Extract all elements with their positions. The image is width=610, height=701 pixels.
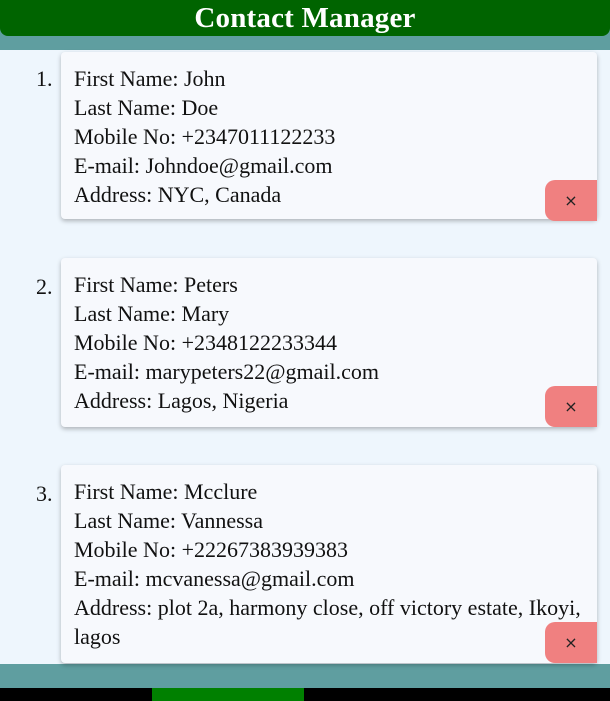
mobile-field: Mobile No: +22267383939383 [61,535,597,564]
first-name-label: First Name: [74,66,184,91]
email-field: E-mail: Johndoe@gmail.com [61,151,597,180]
email-label: E-mail: [74,153,146,178]
last-name-value: Vannessa [181,508,263,533]
contact-item: 2. First Name: Peters Last Name: Mary Mo… [0,258,610,430]
email-label: E-mail: [74,359,146,384]
close-icon: × [564,633,578,652]
email-value: marypeters22@gmail.com [145,359,379,384]
first-name-field: First Name: John [61,64,597,93]
contact-number: 3. [36,481,53,506]
email-field: E-mail: marypeters22@gmail.com [61,357,597,386]
contact-card: First Name: John Last Name: Doe Mobile N… [61,52,597,221]
delete-contact-button[interactable]: × [545,180,597,221]
mobile-value: +2347011122233 [181,124,336,149]
mobile-label: Mobile No: [74,537,182,562]
first-name-label: First Name: [74,272,184,297]
last-name-label: Last Name: [74,508,182,533]
last-name-field: Last Name: Doe [61,93,597,122]
contact-item: 1. First Name: John Last Name: Doe Mobil… [0,50,610,222]
last-name-field: Last Name: Vannessa [61,506,597,535]
app-title: Contact Manager [194,2,416,34]
mobile-value: +22267383939383 [181,537,348,562]
address-label: Address: [74,595,158,620]
address-field: Address: Lagos, Nigeria [61,386,597,415]
last-name-value: Doe [181,95,219,120]
first-name-field: First Name: Mcclure [61,477,597,506]
mobile-value: +2348122233344 [181,330,337,355]
delete-contact-button[interactable]: × [545,386,597,427]
mobile-field: Mobile No: +2348122233344 [61,328,597,357]
email-value: mcvanessa@gmail.com [145,566,355,591]
contact-card: First Name: Mcclure Last Name: Vannessa … [61,465,597,663]
close-icon: × [564,191,578,210]
last-name-value: Mary [181,301,230,326]
address-label: Address: [74,388,158,413]
footer-bar [0,688,610,701]
first-name-value: Peters [184,272,238,297]
footer-indicator [152,688,304,701]
contact-list-area: 1. First Name: John Last Name: Doe Mobil… [0,50,610,664]
contact-number: 2. [36,274,53,299]
mobile-label: Mobile No: [74,124,182,149]
address-value: Lagos, Nigeria [157,388,289,413]
address-field: Address: NYC, Canada [61,180,597,209]
last-name-field: Last Name: Mary [61,299,597,328]
last-name-label: Last Name: [74,301,182,326]
last-name-label: Last Name: [74,95,182,120]
mobile-label: Mobile No: [74,330,182,355]
app-header: Contact Manager [0,0,610,36]
email-field: E-mail: mcvanessa@gmail.com [61,564,597,593]
first-name-value: Mcclure [184,479,258,504]
email-label: E-mail: [74,566,146,591]
mobile-field: Mobile No: +2347011122233 [61,122,597,151]
contact-card: First Name: Peters Last Name: Mary Mobil… [61,258,597,427]
email-value: Johndoe@gmail.com [145,153,333,178]
address-label: Address: [74,182,158,207]
first-name-field: First Name: Peters [61,270,597,299]
contact-number: 1. [36,66,53,91]
close-icon: × [564,397,578,416]
delete-contact-button[interactable]: × [545,622,597,663]
address-field: Address: plot 2a, harmony close, off vic… [61,593,597,651]
first-name-value: John [184,66,226,91]
first-name-label: First Name: [74,479,184,504]
contact-item: 3. First Name: Mcclure Last Name: Vannes… [0,465,610,664]
address-value: NYC, Canada [157,182,282,207]
